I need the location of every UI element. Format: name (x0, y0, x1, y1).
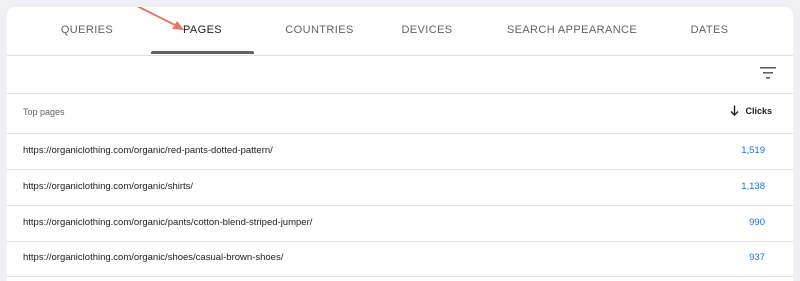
column-header-top-pages: Top pages (23, 107, 65, 117)
tab-dates[interactable]: DATES (667, 7, 752, 55)
tab-pages[interactable]: PAGES (151, 7, 254, 55)
clicks-value: 990 (749, 217, 765, 228)
page-url: https://organiclothing.com/organic/shirt… (23, 181, 194, 192)
page-url: https://organiclothing.com/organic/pants… (23, 217, 313, 228)
tab-devices[interactable]: DEVICES (382, 7, 472, 55)
clicks-value: 937 (749, 252, 765, 263)
table-toolbar (7, 56, 793, 94)
filter-icon[interactable] (759, 66, 777, 80)
performance-report-card: QUERIES PAGES COUNTRIES DEVICES SEARCH A… (7, 7, 793, 281)
tab-countries[interactable]: COUNTRIES (267, 7, 372, 55)
tab-queries[interactable]: QUERIES (37, 7, 137, 55)
page-url: https://organiclothing.com/organic/shoes… (23, 252, 284, 263)
table-row[interactable]: https://organiclothing.com/organic/shirt… (7, 170, 793, 206)
tab-search-appearance[interactable]: SEARCH APPEARANCE (502, 7, 642, 55)
table-row[interactable]: https://organiclothing.com/organic/red-p… (7, 134, 793, 170)
page-url: https://organiclothing.com/organic/red-p… (23, 145, 273, 156)
clicks-value: 1,138 (741, 181, 765, 192)
column-header-clicks[interactable]: Clicks (730, 105, 772, 116)
report-tabs: QUERIES PAGES COUNTRIES DEVICES SEARCH A… (7, 7, 793, 56)
table-row[interactable]: https://organiclothing.com/organic/shoes… (7, 241, 793, 277)
active-tab-indicator (151, 51, 254, 54)
arrow-down-icon (730, 105, 739, 116)
clicks-value: 1,519 (741, 145, 765, 156)
column-header-clicks-label: Clicks (745, 105, 772, 116)
table-row[interactable]: https://organiclothing.com/organic/pants… (7, 206, 793, 242)
table-header: Top pages Clicks (7, 94, 793, 134)
